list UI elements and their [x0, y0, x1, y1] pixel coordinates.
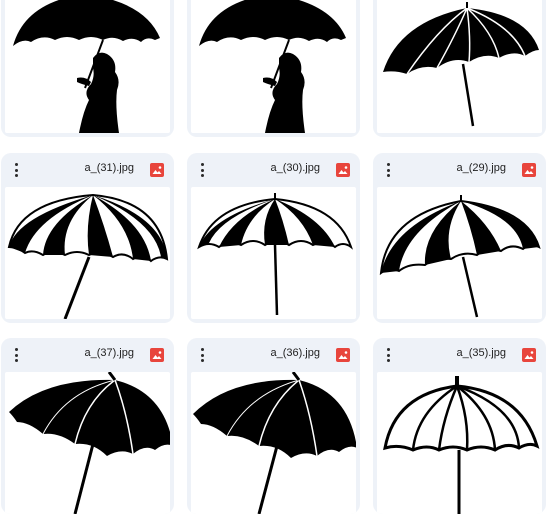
more-options-icon[interactable] [382, 348, 394, 362]
image-file-icon [150, 163, 164, 177]
file-card[interactable]: a_(30).jpg [187, 153, 360, 323]
image-file-icon [336, 348, 350, 362]
thumbnail[interactable] [377, 187, 542, 319]
thumbnail[interactable] [191, 372, 356, 514]
file-card-header: a_(29).jpg [373, 153, 546, 187]
file-name: a_(37).jpg [84, 347, 134, 359]
file-card[interactable]: a_(29).jpg [373, 153, 546, 323]
file-card-header: a_(36).jpg [187, 338, 360, 372]
file-name: a_(36).jpg [270, 347, 320, 359]
thumbnail[interactable] [191, 0, 356, 133]
file-card[interactable]: a_(31).jpg [1, 153, 174, 323]
image-file-icon [336, 163, 350, 177]
file-card-header: a_(31).jpg [1, 153, 174, 187]
striped-umbrella-image [379, 195, 541, 318]
thumbnail[interactable] [377, 0, 542, 133]
black-umbrella-white-ribs-image [383, 2, 539, 127]
striped-umbrella-image [7, 193, 169, 319]
image-file-icon [522, 348, 536, 362]
file-name: a_(30).jpg [270, 162, 320, 174]
file-card-header: a_(37).jpg [1, 338, 174, 372]
more-options-icon[interactable] [10, 348, 22, 362]
black-umbrella-image [9, 372, 170, 514]
striped-umbrella-image [197, 193, 353, 316]
file-card[interactable]: a_(37).jpg [1, 338, 174, 514]
more-options-icon[interactable] [382, 163, 394, 177]
file-card[interactable] [1, 0, 174, 137]
file-card-header: a_(30).jpg [187, 153, 360, 187]
image-file-icon [522, 163, 536, 177]
thumbnail[interactable] [377, 372, 542, 514]
more-options-icon[interactable] [196, 348, 208, 362]
thumbnail[interactable] [5, 0, 170, 133]
file-name: a_(35).jpg [456, 347, 506, 359]
thumbnail[interactable] [191, 187, 356, 319]
file-card[interactable]: a_(36).jpg [187, 338, 360, 514]
image-file-icon [150, 348, 164, 362]
file-card[interactable] [187, 0, 360, 137]
woman-umbrella-silhouette-image [199, 0, 346, 133]
woman-umbrella-silhouette-image [13, 0, 160, 133]
file-name: a_(29).jpg [456, 162, 506, 174]
file-card[interactable] [373, 0, 546, 137]
thumbnail[interactable] [5, 187, 170, 319]
thumbnail[interactable] [5, 372, 170, 514]
file-card-header: a_(35).jpg [373, 338, 546, 372]
outline-umbrella-image [383, 376, 540, 514]
more-options-icon[interactable] [196, 163, 208, 177]
file-name: a_(31).jpg [84, 162, 134, 174]
more-options-icon[interactable] [10, 163, 22, 177]
file-card[interactable]: a_(35).jpg [373, 338, 546, 514]
black-umbrella-image [193, 372, 356, 514]
